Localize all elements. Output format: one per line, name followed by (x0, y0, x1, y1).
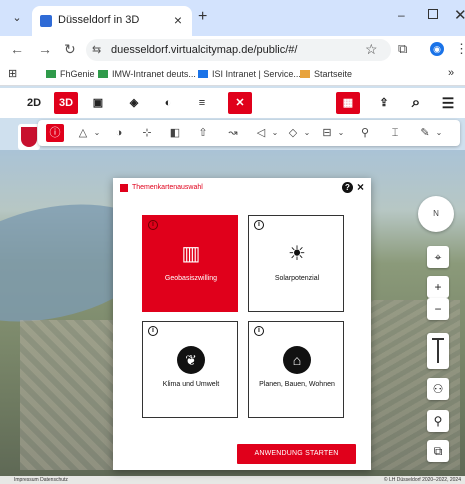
tool-row: ⓘ △ ⌄ ◑ ⊹ ◧ ⇧ ↝ ◁ ⌄ ◇ ⌄ ⊟ ⌄ ⚲ ⌶ ✎ ⌄ (38, 120, 460, 146)
forward-button[interactable]: → (38, 41, 52, 57)
close-icon[interactable]: × (357, 180, 364, 194)
back-button[interactable]: ← (10, 41, 24, 57)
theme-card-klima-und-umwelt[interactable]: i ❦ Klima und Umwelt (142, 321, 238, 418)
tab-title: Düsseldorf in 3D (58, 14, 140, 26)
card-label: Planen, Bauen, Wohnen (259, 381, 335, 388)
browser-menu-icon[interactable]: ⋮ (455, 41, 465, 57)
walk-mode-icon[interactable]: ⚇ (427, 378, 449, 400)
info-icon[interactable]: i (148, 220, 158, 230)
locate-icon[interactable]: ⌖ (427, 246, 449, 268)
poi-marker-icon[interactable]: ⚲ (427, 410, 449, 432)
search-icon[interactable]: ⌕ (404, 92, 428, 114)
address-bar[interactable]: ⇆ duesseldorf.virtualcitymap.de/public/#… (86, 39, 391, 61)
tilt-track (437, 339, 439, 363)
copyright-text: © LH Düsseldorf 2020–2022, 2024 (383, 477, 461, 483)
tab-search-icon[interactable]: ⌄ (10, 11, 24, 25)
map-footer: Impressum Datenschutz © LH Düsseldorf 20… (0, 476, 465, 484)
view-2d-button[interactable]: 2D (22, 92, 46, 114)
coat-of-arms-icon (21, 127, 37, 147)
new-tab-button[interactable]: + (198, 8, 207, 26)
bookmarks-overflow-icon[interactable]: » (448, 67, 454, 79)
split-view-icon[interactable]: ◧ (166, 124, 184, 142)
bookmark-item[interactable]: ISI Intranet | Service... (198, 69, 301, 79)
house-icon: ⌂ (283, 346, 311, 374)
theme-map-dialog: Themenkartenauswahl ? × i ▥ Geobasiszwil… (113, 178, 371, 470)
chevron-down-icon[interactable]: ⌄ (430, 124, 448, 142)
image-view-icon[interactable]: ▣ (86, 92, 110, 114)
dialog-title: Themenkartenauswahl (132, 184, 203, 191)
dialog-header: Themenkartenauswahl ? × (113, 178, 371, 198)
theme-card-geobasiszwilling[interactable]: i ▥ Geobasiszwilling (142, 215, 238, 312)
view-3d-button[interactable]: 3D (54, 92, 78, 114)
browser-toolbar: ← → ↻ ⇆ duesseldorf.virtualcitymap.de/pu… (0, 36, 465, 64)
tilt-slider[interactable] (427, 333, 449, 369)
tab-close-icon[interactable]: × (174, 12, 182, 28)
info-tool-icon[interactable]: ⓘ (46, 124, 64, 142)
chevron-down-icon[interactable]: ⌄ (88, 124, 106, 142)
reload-button[interactable]: ↻ (64, 41, 76, 58)
city-logo (18, 124, 40, 150)
window-maximize-button[interactable] (428, 9, 438, 19)
browser-tab[interactable]: Düsseldorf in 3D × (32, 6, 192, 36)
bookmark-favicon-icon (98, 70, 108, 78)
zoom-in-button[interactable]: + (427, 276, 449, 298)
map-layers-icon[interactable]: ⧉ (427, 440, 449, 462)
map-book-icon: ▥ (181, 243, 201, 265)
chevron-down-icon[interactable]: ⌄ (332, 124, 350, 142)
card-label: Klima und Umwelt (162, 381, 220, 388)
info-icon[interactable]: i (254, 220, 264, 230)
theme-card-planen-bauen-wohnen[interactable]: i ⌂ Planen, Bauen, Wohnen (248, 321, 344, 418)
building-tool-icon[interactable]: ⌶ (386, 124, 404, 142)
card-label: Geobasiszwilling (164, 275, 218, 282)
footer-links[interactable]: Impressum Datenschutz (14, 477, 68, 483)
browser-tab-strip: ⌄ Düsseldorf in 3D × + – ✕ (0, 0, 465, 36)
bookmark-item[interactable]: IMW-Intranet deuts... (98, 69, 196, 79)
info-icon[interactable]: i (254, 326, 264, 336)
flight-tool-icon[interactable]: ↝ (224, 124, 242, 142)
tools-icon[interactable]: ✕ (228, 92, 252, 114)
apps-grid-icon[interactable]: ⊞ (8, 67, 17, 80)
upload-icon[interactable]: ⇧ (194, 124, 212, 142)
bookmark-item[interactable]: Startseite (300, 69, 352, 79)
extensions-icon[interactable]: ⧉ (398, 41, 407, 57)
share-icon[interactable]: ⇪ (372, 92, 396, 114)
shadow-tool-icon[interactable]: ◑ (110, 124, 128, 142)
app-toolbar: 2D 3D ▣ ◈ ◐ ≡ ✕ ▦ ⇪ ⌕ ☰ (0, 88, 465, 118)
measure-tool-icon[interactable]: ⊹ (138, 124, 156, 142)
leaf-icon: ❦ (177, 346, 205, 374)
compare-icon[interactable]: ◐ (156, 92, 180, 114)
profile-avatar[interactable]: ◉ (430, 42, 444, 56)
chevron-down-icon[interactable]: ⌄ (266, 124, 284, 142)
solar-panel-icon: ☀ (288, 243, 306, 265)
bookmark-favicon-icon (46, 70, 56, 78)
hamburger-menu-icon[interactable]: ☰ (436, 92, 460, 114)
marker-tool-icon[interactable]: ⚲ (356, 124, 374, 142)
window-close-button[interactable]: ✕ (454, 6, 465, 24)
layers-icon[interactable]: ◈ (122, 92, 146, 114)
themes-grid-icon[interactable]: ▦ (336, 92, 360, 114)
bookmark-favicon-icon (198, 70, 208, 78)
chevron-down-icon[interactable]: ⌄ (298, 124, 316, 142)
bookmark-item[interactable]: FhGenie (46, 69, 95, 79)
compass-control[interactable]: N (418, 196, 454, 232)
help-icon[interactable]: ? (342, 182, 353, 193)
bookmark-favicon-icon (300, 70, 310, 78)
grid-icon (120, 184, 128, 192)
info-icon[interactable]: i (148, 326, 158, 336)
filter-icon[interactable]: ≡ (190, 92, 214, 114)
theme-card-solarpotenzial[interactable]: i ☀ Solarpotenzial (248, 215, 344, 312)
site-info-icon[interactable]: ⇆ (92, 43, 101, 56)
card-label: Solarpotenzial (274, 275, 320, 282)
bookmarks-bar: ⊞ FhGenie IMW-Intranet deuts... ISI Intr… (0, 64, 465, 86)
start-application-button[interactable]: ANWENDUNG STARTEN (237, 444, 356, 464)
bookmark-star-icon[interactable]: ☆ (365, 41, 378, 58)
site-favicon-icon (40, 15, 52, 27)
zoom-out-button[interactable]: − (427, 298, 449, 320)
url-text[interactable]: duesseldorf.virtualcitymap.de/public/#/ (111, 44, 297, 56)
window-minimize-button[interactable]: – (398, 8, 405, 22)
compass-north-label: N (433, 209, 439, 218)
